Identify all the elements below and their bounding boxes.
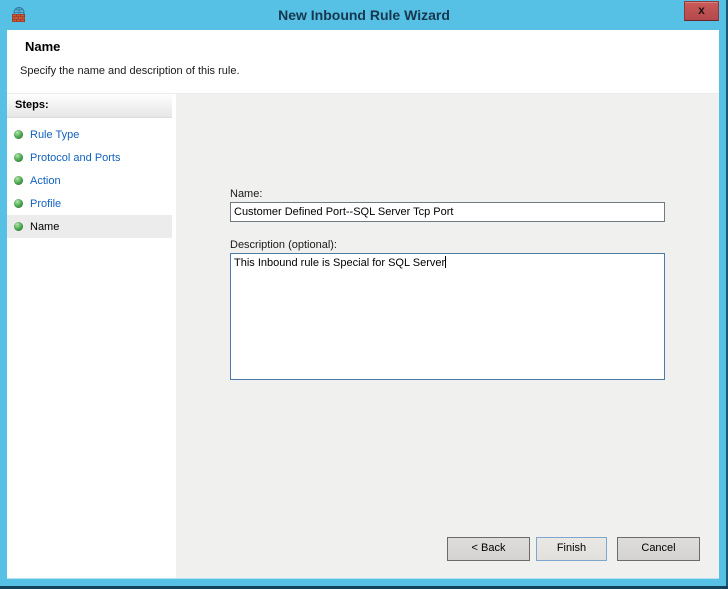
- page-header: Name Specify the name and description of…: [7, 30, 719, 93]
- sidebar-item-profile[interactable]: Profile: [7, 192, 172, 215]
- steps-heading: Steps:: [7, 94, 172, 118]
- window-body: Name Specify the name and description of…: [7, 30, 719, 578]
- step-done-icon: [14, 222, 23, 231]
- cancel-button[interactable]: Cancel: [617, 537, 700, 561]
- rule-description-textarea[interactable]: This Inbound rule is Special for SQL Ser…: [230, 253, 665, 380]
- sidebar-item-protocol-and-ports[interactable]: Protocol and Ports: [7, 146, 172, 169]
- step-label: Name: [30, 220, 60, 233]
- description-field-label: Description (optional):: [230, 239, 337, 251]
- sidebar-item-rule-type[interactable]: Rule Type: [7, 123, 172, 146]
- sidebar-item-action[interactable]: Action: [7, 169, 172, 192]
- step-done-icon: [14, 153, 23, 162]
- sidebar-item-name[interactable]: Name: [7, 215, 172, 238]
- form-panel: Name: Description (optional): This Inbou…: [176, 94, 719, 578]
- description-text: This Inbound rule is Special for SQL Ser…: [234, 257, 446, 269]
- page-title: Name: [25, 39, 61, 54]
- back-button[interactable]: < Back: [447, 537, 530, 561]
- step-label: Protocol and Ports: [30, 151, 121, 164]
- step-label: Profile: [30, 197, 62, 210]
- wizard-window: New Inbound Rule Wizard x Name Specify t…: [0, 0, 728, 589]
- steps-list: Rule Type Protocol and Ports Action Prof…: [7, 123, 172, 238]
- steps-sidebar: Steps: Rule Type Protocol and Ports Acti…: [7, 94, 172, 578]
- finish-button[interactable]: Finish: [536, 537, 607, 561]
- page-subtitle: Specify the name and description of this…: [20, 65, 240, 77]
- step-done-icon: [14, 176, 23, 185]
- title-bar: New Inbound Rule Wizard x: [0, 0, 728, 30]
- step-label: Action: [30, 174, 61, 187]
- step-label: Rule Type: [30, 128, 80, 141]
- step-done-icon: [14, 199, 23, 208]
- window-title: New Inbound Rule Wizard: [278, 7, 450, 23]
- text-caret: [445, 256, 447, 268]
- step-done-icon: [14, 130, 23, 139]
- rule-name-input[interactable]: [230, 202, 665, 222]
- close-button[interactable]: x: [684, 1, 719, 21]
- name-field-label: Name:: [230, 188, 263, 200]
- content-area: Steps: Rule Type Protocol and Ports Acti…: [7, 93, 719, 578]
